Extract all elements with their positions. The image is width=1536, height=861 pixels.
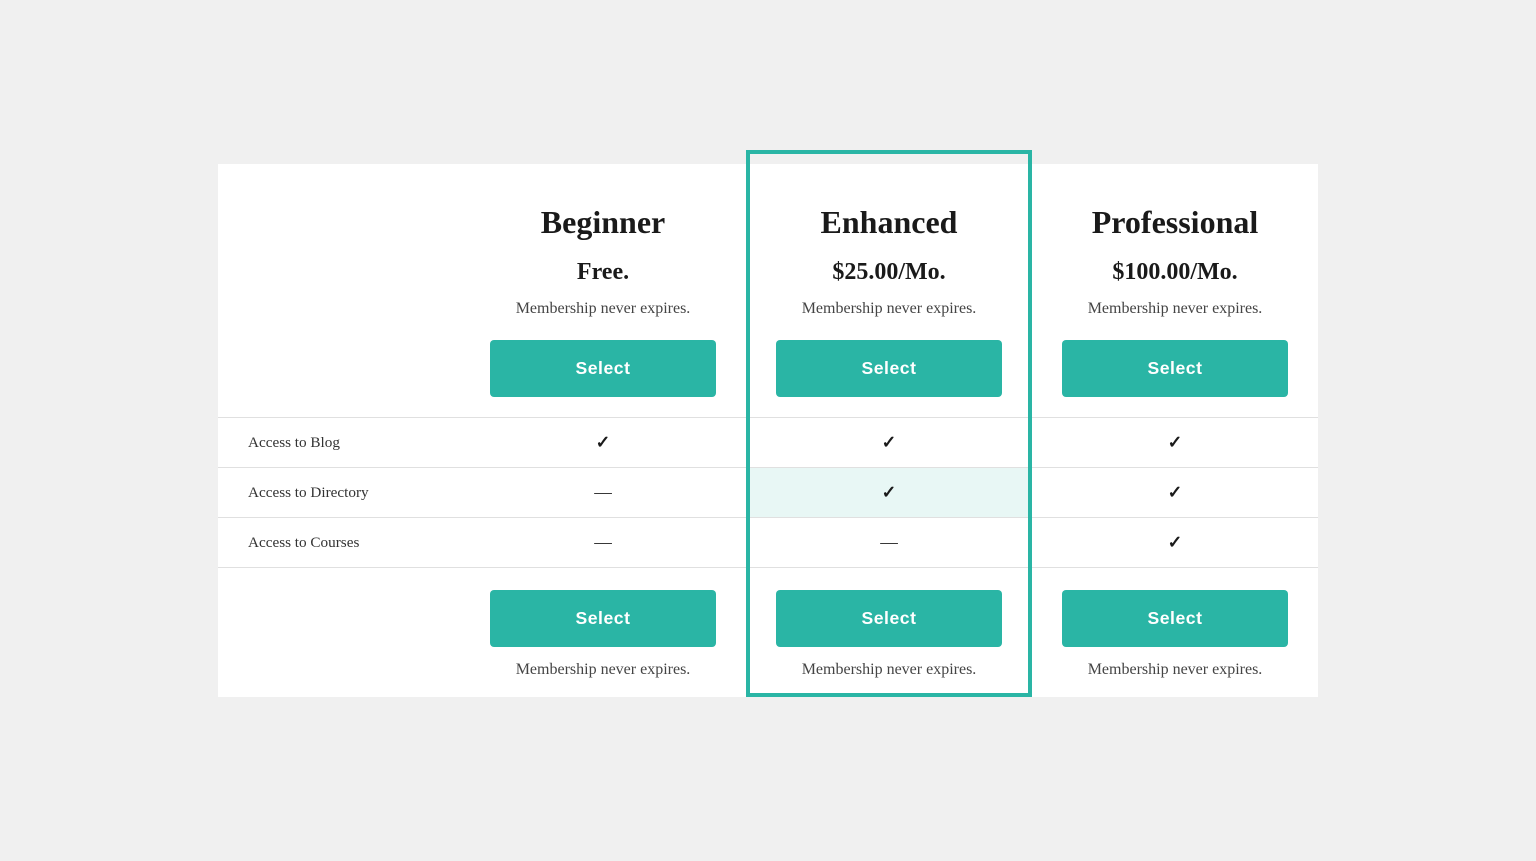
feature-row-directory: Access to Directory — ✓ ✓ <box>218 468 1318 518</box>
pricing-table: Beginner Free. Membership never expires.… <box>218 164 1318 697</box>
professional-courses-check: ✓ <box>1168 532 1183 552</box>
beginner-courses-dash: — <box>594 532 612 552</box>
enhanced-plan-name: Enhanced <box>776 204 1002 241</box>
feature-row-courses: Access to Courses — — ✓ <box>218 518 1318 568</box>
professional-plan-price: $100.00/Mo. <box>1062 259 1288 286</box>
beginner-blog-cell: ✓ <box>460 418 746 468</box>
enhanced-directory-cell: ✓ <box>746 468 1032 518</box>
beginner-bottom-cell: Select Membership never expires. <box>460 568 746 698</box>
feature-label-blog: Access to Blog <box>218 418 460 468</box>
professional-directory-cell: ✓ <box>1032 468 1318 518</box>
professional-select-button-bottom[interactable]: Select <box>1062 590 1288 647</box>
beginner-select-button-bottom[interactable]: Select <box>490 590 716 647</box>
professional-plan-note: Membership never expires. <box>1062 300 1288 318</box>
enhanced-header-cell: Enhanced $25.00/Mo. Membership never exp… <box>746 164 1032 418</box>
beginner-directory-cell: — <box>460 468 746 518</box>
beginner-plan-name: Beginner <box>490 204 716 241</box>
professional-blog-check: ✓ <box>1168 432 1183 452</box>
beginner-select-button-top[interactable]: Select <box>490 340 716 397</box>
enhanced-select-button-bottom[interactable]: Select <box>776 590 1002 647</box>
enhanced-courses-cell: — <box>746 518 1032 568</box>
professional-courses-cell: ✓ <box>1032 518 1318 568</box>
professional-blog-cell: ✓ <box>1032 418 1318 468</box>
feature-label-directory: Access to Directory <box>218 468 460 518</box>
professional-directory-check: ✓ <box>1168 482 1183 502</box>
enhanced-bottom-cell: Select Membership never expires. <box>746 568 1032 698</box>
beginner-courses-cell: — <box>460 518 746 568</box>
enhanced-bottom-note: Membership never expires. <box>776 661 1002 679</box>
beginner-plan-price: Free. <box>490 259 716 286</box>
label-header-cell <box>218 164 460 418</box>
bottom-row: Select Membership never expires. Select … <box>218 568 1318 698</box>
professional-bottom-cell: Select Membership never expires. <box>1032 568 1318 698</box>
enhanced-courses-dash: — <box>880 532 898 552</box>
beginner-plan-note: Membership never expires. <box>490 300 716 318</box>
professional-plan-name: Professional <box>1062 204 1288 241</box>
feature-label-courses: Access to Courses <box>218 518 460 568</box>
header-row: Beginner Free. Membership never expires.… <box>218 164 1318 418</box>
pricing-table-container: Beginner Free. Membership never expires.… <box>218 164 1318 697</box>
beginner-directory-dash: — <box>594 482 612 502</box>
professional-select-button-top[interactable]: Select <box>1062 340 1288 397</box>
enhanced-plan-price: $25.00/Mo. <box>776 259 1002 286</box>
enhanced-blog-cell: ✓ <box>746 418 1032 468</box>
feature-row-blog: Access to Blog ✓ ✓ ✓ <box>218 418 1318 468</box>
professional-header-cell: Professional $100.00/Mo. Membership neve… <box>1032 164 1318 418</box>
professional-bottom-note: Membership never expires. <box>1062 661 1288 679</box>
bottom-label-cell <box>218 568 460 698</box>
beginner-bottom-note: Membership never expires. <box>490 661 716 679</box>
enhanced-blog-check: ✓ <box>882 432 897 452</box>
enhanced-select-button-top[interactable]: Select <box>776 340 1002 397</box>
beginner-header-cell: Beginner Free. Membership never expires.… <box>460 164 746 418</box>
enhanced-plan-note: Membership never expires. <box>776 300 1002 318</box>
beginner-blog-check: ✓ <box>596 432 611 452</box>
enhanced-directory-check: ✓ <box>882 482 897 502</box>
